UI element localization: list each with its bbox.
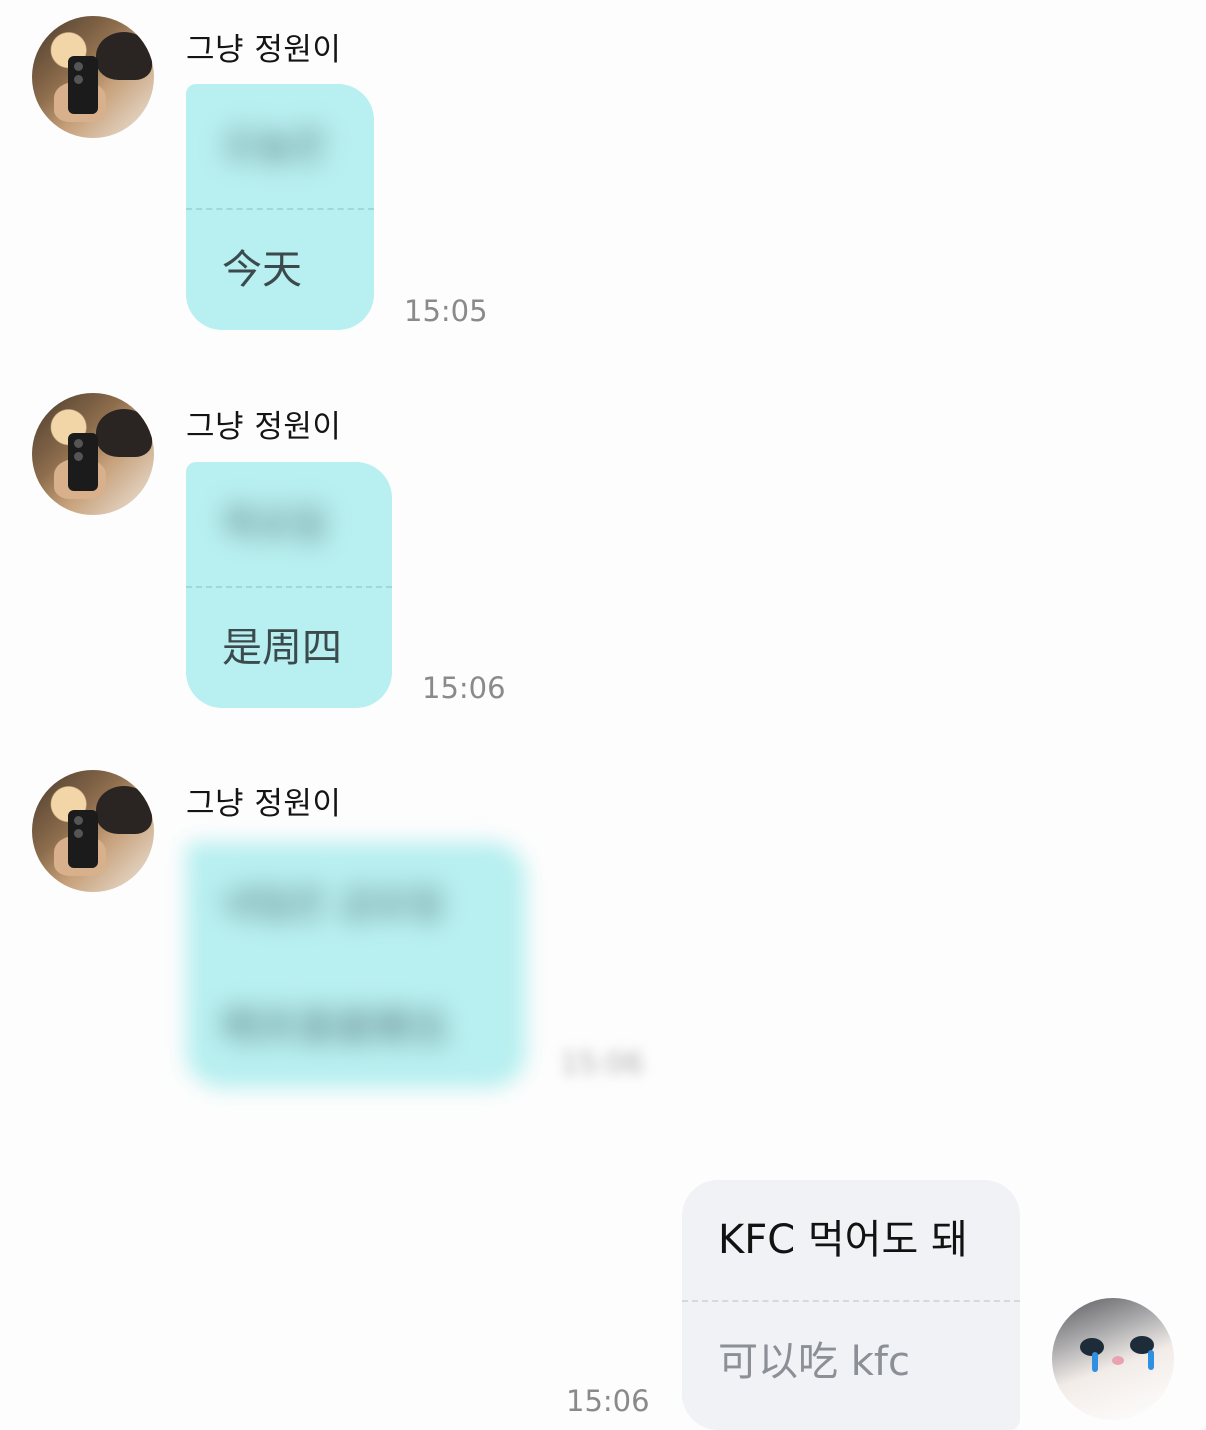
avatar-photo-phone xyxy=(68,56,98,114)
original-section: 오늘은 xyxy=(186,84,374,208)
avatar-photo-hair xyxy=(96,32,152,80)
avatar-photo-nose xyxy=(1112,1356,1124,1365)
avatar-photo-tear-right xyxy=(1148,1350,1154,1370)
original-text-blurred: 목요일 xyxy=(222,502,327,546)
message-timestamp: 15:06 xyxy=(560,1046,644,1080)
original-section: 목요일 xyxy=(186,462,392,586)
avatar-photo-hair xyxy=(96,409,152,457)
translation-section: 可以吃 kfc xyxy=(682,1302,1020,1422)
translated-text: 今天 xyxy=(222,247,302,293)
message-timestamp: 15:05 xyxy=(404,294,488,328)
sender-avatar[interactable] xyxy=(32,16,154,138)
message-bubble[interactable]: 목요일 是周四 xyxy=(186,462,392,708)
message-bubble[interactable]: 오늘은 今天 xyxy=(186,84,374,330)
avatar-photo-hair xyxy=(96,786,152,834)
sender-name: 그냥 정원이 xyxy=(186,786,342,822)
message-timestamp: 15:06 xyxy=(566,1384,650,1418)
original-text-blurred: 오늘은 xyxy=(222,124,327,168)
translation-section: 是周四 xyxy=(186,588,392,708)
translated-text-blurred: 明天是星期五 xyxy=(222,1005,451,1049)
avatar-photo-phone xyxy=(68,433,98,491)
original-text-blurred: 내일은 금요일 xyxy=(222,882,444,926)
translation-section: 明天是星期五 xyxy=(186,966,526,1088)
sender-avatar[interactable] xyxy=(32,393,154,515)
original-section: KFC 먹어도 돼 xyxy=(682,1180,1020,1300)
my-avatar[interactable] xyxy=(1052,1298,1174,1420)
sender-avatar[interactable] xyxy=(32,770,154,892)
translated-text: 可以吃 kfc xyxy=(718,1339,910,1385)
message-bubble[interactable]: KFC 먹어도 돼 可以吃 kfc xyxy=(682,1180,1020,1430)
message-bubble[interactable]: 내일은 금요일 明天是星期五 xyxy=(186,842,526,1088)
avatar-photo-phone xyxy=(68,810,98,868)
sender-name: 그냥 정원이 xyxy=(186,32,342,68)
translated-text: 是周四 xyxy=(222,625,342,671)
original-section: 내일은 금요일 xyxy=(186,842,526,966)
sender-name: 그냥 정원이 xyxy=(186,409,342,445)
translation-section: 今天 xyxy=(186,210,374,330)
original-text: KFC 먹어도 돼 xyxy=(718,1217,968,1263)
avatar-photo-tear-left xyxy=(1092,1352,1098,1372)
message-timestamp: 15:06 xyxy=(422,671,506,705)
